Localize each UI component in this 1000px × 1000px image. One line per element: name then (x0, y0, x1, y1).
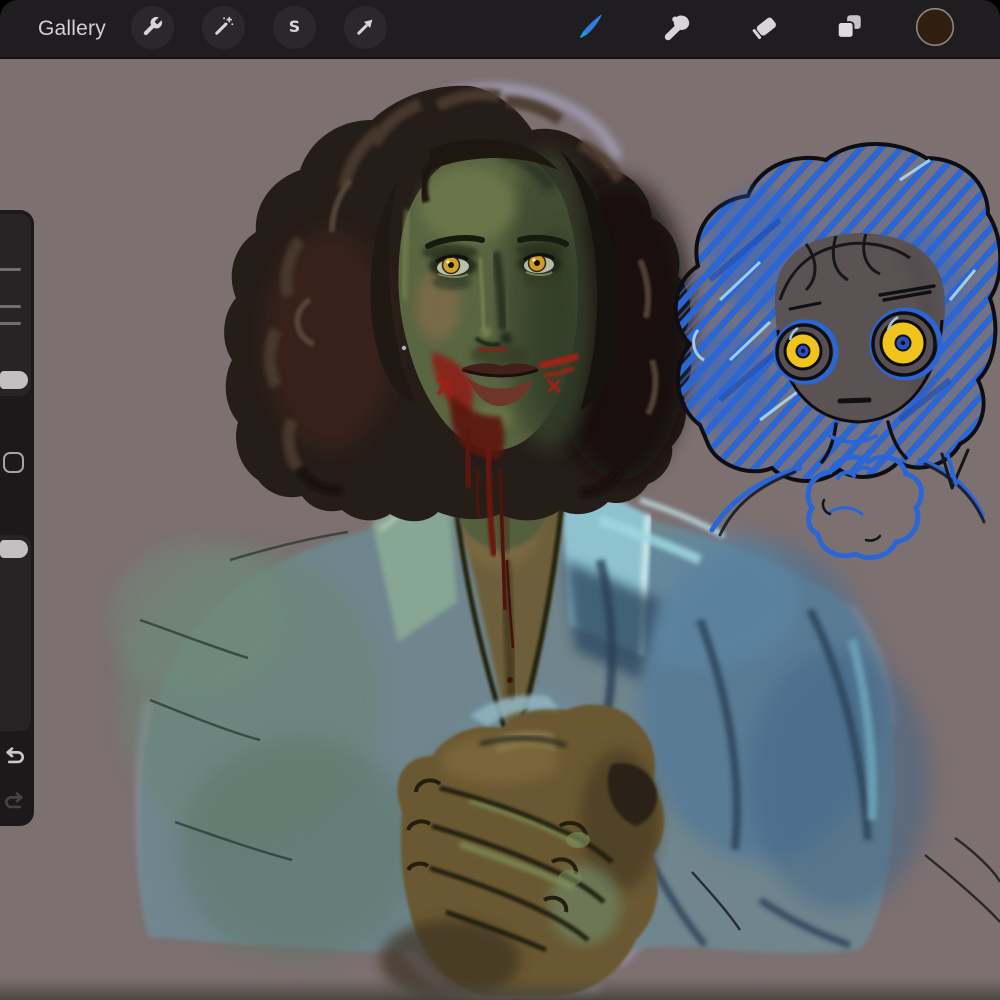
slider-tick (0, 268, 21, 271)
wrench-icon (141, 15, 164, 41)
gallery-button[interactable]: Gallery (38, 0, 106, 57)
smudge-finger-icon (662, 11, 694, 46)
slider-tick (0, 305, 21, 308)
selection-s-icon: S (283, 15, 306, 41)
actions-button[interactable] (131, 6, 174, 49)
size-slider-handle[interactable] (0, 371, 28, 389)
procreate-window: Gallery S (0, 0, 1000, 1000)
canvas-bottom-shadow (0, 978, 1000, 1000)
brush-sidebar (0, 210, 34, 826)
undo-icon (1, 747, 28, 772)
modify-button[interactable] (3, 452, 24, 473)
adjustments-button[interactable] (202, 6, 245, 49)
opacity-slider-handle[interactable] (0, 540, 28, 558)
magic-wand-icon (212, 15, 235, 41)
undo-button[interactable] (1, 742, 28, 769)
paint-brush-icon (573, 10, 607, 47)
brush-opacity-slider[interactable] (0, 535, 31, 731)
selection-button[interactable]: S (273, 6, 316, 49)
top-toolbar: Gallery S (0, 0, 1000, 59)
brush-size-slider[interactable] (0, 214, 31, 396)
color-swatch-button[interactable] (913, 6, 957, 50)
transform-button[interactable] (344, 6, 387, 49)
smudge-tool-button[interactable] (656, 6, 700, 50)
artwork-painting (0, 57, 1000, 1000)
slider-tick (0, 322, 21, 325)
svg-text:S: S (289, 16, 300, 35)
drawing-canvas[interactable] (0, 57, 1000, 1000)
transform-arrow-icon (354, 15, 377, 41)
redo-button[interactable] (1, 787, 28, 814)
color-swatch (913, 5, 957, 52)
redo-icon (1, 792, 28, 817)
layers-icon (833, 11, 865, 46)
eraser-icon (749, 11, 781, 46)
layers-button[interactable] (827, 6, 871, 50)
erase-tool-button[interactable] (743, 6, 787, 50)
paint-tool-button[interactable] (568, 6, 612, 50)
